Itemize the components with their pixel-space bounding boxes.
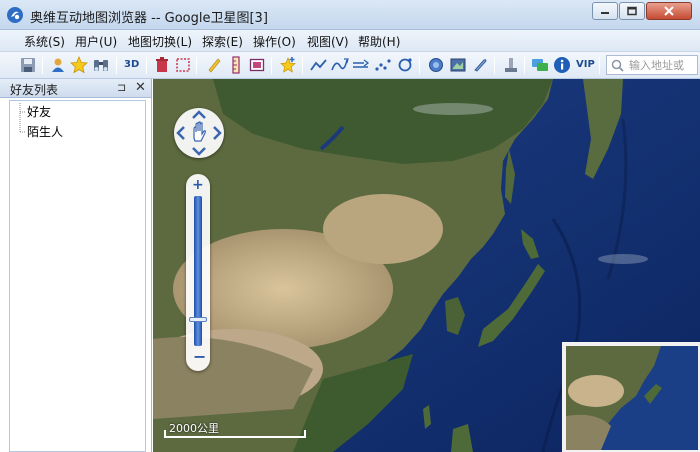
panel-header: 好友列表 ⊐ ✕ xyxy=(0,79,151,98)
pan-control[interactable] xyxy=(174,108,224,158)
select-box-icon[interactable] xyxy=(174,56,192,74)
binoculars-icon[interactable] xyxy=(92,56,110,74)
toolbar-separator xyxy=(599,57,600,74)
toolbar-separator xyxy=(271,57,272,74)
map-view[interactable]: + − 2000公里 xyxy=(153,79,700,452)
save-icon[interactable] xyxy=(19,56,37,74)
map-layer-icon[interactable] xyxy=(449,56,467,74)
menu-system[interactable]: 系统(S) xyxy=(24,33,65,50)
toolbar-separator xyxy=(302,57,303,74)
title-bar: 奥维互动地图浏览器 -- Google卫星图[3] xyxy=(0,0,700,30)
close-icon xyxy=(664,6,674,16)
toolbar-separator xyxy=(146,57,147,74)
favorite-star-icon[interactable] xyxy=(70,56,88,74)
3d-button[interactable]: 3D xyxy=(124,59,139,70)
tree-item-strangers[interactable]: 陌生人 xyxy=(27,123,63,140)
menu-view[interactable]: 视图(V) xyxy=(307,33,349,50)
info-icon[interactable] xyxy=(553,56,571,74)
window-title: 奥维互动地图浏览器 -- Google卫星图[3] xyxy=(30,11,268,26)
ruler-icon[interactable] xyxy=(227,56,245,74)
maximize-button[interactable] xyxy=(619,2,645,20)
note-icon[interactable] xyxy=(471,56,489,74)
add-star-icon[interactable] xyxy=(279,56,297,74)
area-icon[interactable] xyxy=(427,56,445,74)
maximize-icon xyxy=(627,6,637,16)
pan-arrows-icon[interactable] xyxy=(174,108,224,158)
toolbar-separator xyxy=(196,57,197,74)
circle-icon[interactable] xyxy=(396,56,414,74)
toolbar-separator xyxy=(524,57,525,74)
toolbar-separator xyxy=(419,57,420,74)
user-icon[interactable] xyxy=(49,56,67,74)
minimize-icon xyxy=(601,12,609,14)
menu-explore[interactable]: 探索(E) xyxy=(202,33,243,50)
zoom-control: + − xyxy=(186,174,210,371)
friends-tree: 好友 陌生人 xyxy=(9,100,146,452)
vip-button[interactable]: VIP xyxy=(576,59,595,70)
delete-icon[interactable] xyxy=(153,56,171,74)
minimize-button[interactable] xyxy=(592,2,618,20)
overview-map[interactable] xyxy=(562,342,700,452)
app-logo-icon xyxy=(7,7,23,23)
close-button[interactable] xyxy=(646,2,692,20)
menu-map-switch[interactable]: 地图切换(L) xyxy=(128,33,192,50)
scale-bar xyxy=(164,430,306,438)
polyline-icon[interactable] xyxy=(310,56,328,74)
tree-item-friends[interactable]: 好友 xyxy=(27,103,51,120)
track-icon[interactable] xyxy=(331,56,349,74)
menu-operation[interactable]: 操作(O) xyxy=(253,33,296,50)
frame-icon[interactable] xyxy=(248,56,266,74)
route-icon[interactable] xyxy=(352,56,370,74)
chat-icon[interactable] xyxy=(531,56,549,74)
panel-title: 好友列表 xyxy=(10,83,59,97)
close-panel-icon[interactable]: ✕ xyxy=(135,80,146,95)
zoom-in-button[interactable]: + xyxy=(192,177,204,193)
toolbar-separator xyxy=(494,57,495,74)
pin-panel-icon[interactable]: ⊐ xyxy=(117,81,126,94)
pin-icon[interactable] xyxy=(502,56,520,74)
zoom-slider-track[interactable] xyxy=(194,196,202,346)
search-icon[interactable] xyxy=(611,59,624,72)
points-icon[interactable] xyxy=(374,56,392,74)
toolbar: 3D VIP 输入地址或 xyxy=(0,52,700,79)
friends-panel: 好友列表 ⊐ ✕ 好友 陌生人 xyxy=(0,79,152,452)
zoom-out-button[interactable]: − xyxy=(193,347,206,366)
search-input[interactable] xyxy=(629,57,697,73)
menu-help[interactable]: 帮助(H) xyxy=(358,33,400,50)
zoom-slider-handle[interactable] xyxy=(189,317,207,322)
menu-bar: 系统(S) 用户(U) 地图切换(L) 探索(E) 操作(O) 视图(V) 帮助… xyxy=(0,30,700,52)
toolbar-separator xyxy=(42,57,43,74)
draw-icon[interactable] xyxy=(205,56,223,74)
search-box[interactable] xyxy=(606,55,698,75)
menu-user[interactable]: 用户(U) xyxy=(75,33,117,50)
toolbar-separator xyxy=(116,57,117,74)
overview-map-image xyxy=(566,346,698,450)
